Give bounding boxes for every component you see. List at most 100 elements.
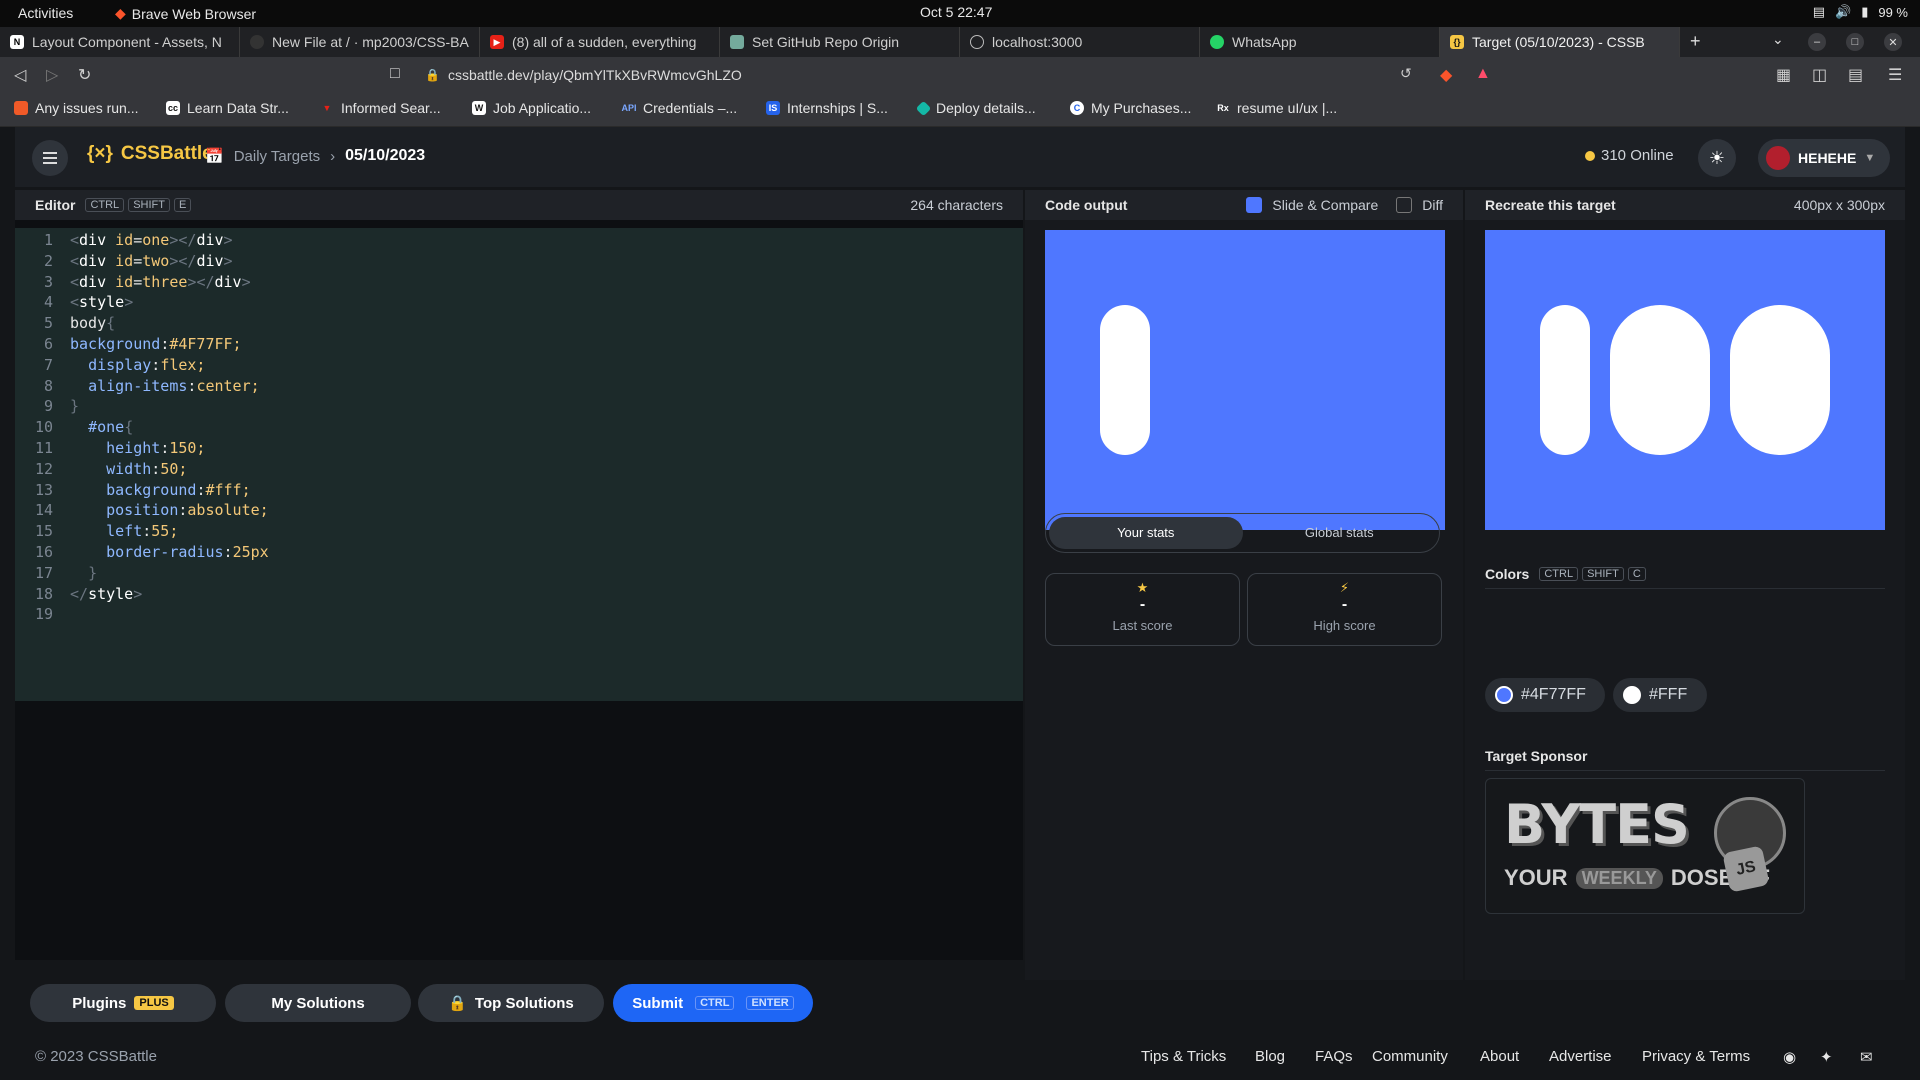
slide-compare-checkbox[interactable] <box>1246 197 1263 213</box>
close-window-button[interactable]: ✕ <box>1884 33 1902 51</box>
tab-label: localhost:3000 <box>992 34 1083 50</box>
cssbattle-logo-icon: {×} <box>87 143 113 164</box>
bookmark-item[interactable]: Deploy details... <box>915 100 1036 116</box>
bookmark-item[interactable]: IS Internships | S... <box>766 100 888 116</box>
discord-icon[interactable]: ◉ <box>1783 1048 1796 1066</box>
output-canvas[interactable] <box>1045 230 1445 530</box>
code-editor[interactable]: 1 <div id=one></div> 2 <div id=two></div> 3 <… <box>15 220 1023 960</box>
active-app-label: Brave Web Browser <box>131 5 257 22</box>
brave-shields-icon[interactable]: ◆ <box>1440 65 1452 85</box>
bookmark-item[interactable]: cc Learn Data Str... <box>166 100 289 116</box>
tab-list-chevron-icon[interactable]: ⌄ <box>1772 31 1784 48</box>
top-solutions-button[interactable]: 🔒 Top Solutions <box>418 984 604 1022</box>
code-line[interactable]: 19 <box>15 602 1023 627</box>
activities-button[interactable]: Activities <box>18 5 73 21</box>
maximize-button[interactable]: □ <box>1846 33 1864 51</box>
high-score-card: ⚡ - High score <box>1247 573 1442 646</box>
submit-button[interactable]: Submit CTRL ENTER <box>613 984 813 1022</box>
plugins-button[interactable]: Plugins PLUS <box>30 984 216 1022</box>
chevron-right-icon: › <box>330 147 336 165</box>
battery-level: 99 % <box>1878 4 1908 20</box>
sponsor-tagline-weekly: WEEKLY <box>1575 867 1663 889</box>
slide-compare-label[interactable]: Slide & Compare <box>1272 197 1378 213</box>
back-icon[interactable]: ◁ <box>14 65 26 85</box>
character-count: 264 characters <box>910 197 1003 213</box>
address-bar[interactable]: 🔒 cssbattle.dev/play/QbmYlTkXBvRWmcvGhLZ… <box>425 62 1425 88</box>
bookmark-favicon-icon: API <box>621 103 637 113</box>
code-output-panel: Code output Slide & Compare Diff Your st… <box>1025 190 1463 980</box>
kbd-key: CTRL <box>1539 567 1579 581</box>
editor-header: Editor CTRL SHIFT E 264 characters <box>15 190 1023 220</box>
globe-icon <box>970 35 984 49</box>
bookmark-item[interactable]: ▼ Informed Sear... <box>320 100 441 116</box>
bookmark-label: Deploy details... <box>936 100 1036 116</box>
cssbattle-logo[interactable]: {×} CSSBattle <box>87 143 213 165</box>
bookmark-item[interactable]: W Job Applicatio... <box>472 100 591 116</box>
theme-toggle-button[interactable]: ☀ <box>1698 139 1736 177</box>
tab-youtube[interactable]: ▶ (8) all of a sudden, everything <box>480 27 720 57</box>
colors-title: Colors <box>1485 566 1530 582</box>
sponsor-banner[interactable]: BYTES YOUR WEEKLY DOSE OF JS <box>1485 778 1805 914</box>
menu-icon[interactable]: ☰ <box>1888 65 1902 85</box>
tab-github[interactable]: New File at / · mp2003/CSS-BA <box>240 27 480 57</box>
footer-link-privacy[interactable]: Privacy & Terms <box>1642 1048 1750 1065</box>
color-swatch-blue[interactable]: #4F77FF <box>1485 678 1605 712</box>
share-icon[interactable]: ↺ <box>1400 65 1412 82</box>
high-score-label: High score <box>1313 618 1376 633</box>
my-solutions-button[interactable]: My Solutions <box>225 984 411 1022</box>
color-dot-icon <box>1495 686 1513 704</box>
forward-icon[interactable]: ▷ <box>46 65 58 85</box>
target-title: Recreate this target <box>1485 197 1616 213</box>
extensions-icon[interactable]: ▦ <box>1776 65 1791 85</box>
tab-cssbattle[interactable]: {} Target (05/10/2023) - CSSB <box>1440 27 1680 57</box>
tab-your-stats[interactable]: Your stats <box>1049 517 1243 549</box>
breadcrumb-daily-targets[interactable]: Daily Targets <box>234 148 320 165</box>
bookmark-favicon-icon: Rx <box>1217 103 1229 113</box>
bookmark-item[interactable]: Rx resume uI/ux |... <box>1216 100 1337 116</box>
footer-link-tips[interactable]: Tips & Tricks <box>1141 1048 1226 1065</box>
bookmark-label: Informed Sear... <box>341 100 441 116</box>
system-top-bar: Activities ◆ Brave Web Browser Oct 5 22:… <box>0 0 1920 27</box>
online-label: 310 Online <box>1601 147 1674 164</box>
minimize-button[interactable]: – <box>1808 33 1826 51</box>
last-score-label: Last score <box>1112 618 1173 633</box>
submit-label: Submit <box>632 994 684 1012</box>
tab-notion[interactable]: N Layout Component - Assets, N <box>0 27 240 57</box>
kbd-key: SHIFT <box>1582 567 1624 581</box>
footer-link-about[interactable]: About <box>1480 1048 1519 1065</box>
tab-localhost[interactable]: localhost:3000 <box>960 27 1200 57</box>
bookmark-item[interactable]: API Credentials –... <box>621 100 738 116</box>
brave-rewards-icon[interactable]: ▲ <box>1475 65 1491 83</box>
tab-global-stats[interactable]: Global stats <box>1243 517 1437 549</box>
bookmark-item[interactable]: C My Purchases... <box>1070 100 1191 116</box>
wallet-icon[interactable]: ▤ <box>1848 65 1863 85</box>
tab-chatgpt[interactable]: Set GitHub Repo Origin <box>720 27 960 57</box>
high-score-value: - <box>1341 596 1348 613</box>
user-menu-button[interactable]: HEHEHE ▼ <box>1758 139 1890 177</box>
bookmark-favicon-icon <box>915 100 932 116</box>
footer-link-blog[interactable]: Blog <box>1255 1048 1285 1065</box>
diff-checkbox[interactable] <box>1396 197 1413 213</box>
hamburger-menu-button[interactable] <box>32 140 68 176</box>
new-tab-button[interactable]: + <box>1690 31 1701 52</box>
system-tray[interactable]: ▤ 🔊 ▮ 99 % <box>1813 4 1908 20</box>
target-pill-two <box>1610 305 1710 455</box>
footer-link-community[interactable]: Community <box>1372 1048 1448 1065</box>
target-canvas[interactable] <box>1485 230 1885 530</box>
lock-icon: 🔒 <box>425 68 440 82</box>
bookmark-icon[interactable]: □ <box>390 65 400 83</box>
bookmark-item[interactable]: Any issues run... <box>14 100 139 116</box>
twitter-icon[interactable]: ✦ <box>1820 1048 1833 1066</box>
diff-label[interactable]: Diff <box>1422 197 1443 213</box>
footer-link-faqs[interactable]: FAQs <box>1315 1048 1353 1065</box>
footer-link-advertise[interactable]: Advertise <box>1549 1048 1612 1065</box>
mail-icon[interactable]: ✉ <box>1860 1048 1873 1066</box>
sidebar-icon[interactable]: ◫ <box>1812 65 1827 85</box>
tab-whatsapp[interactable]: WhatsApp <box>1200 27 1440 57</box>
active-app[interactable]: ◆ Brave Web Browser <box>115 5 256 22</box>
reload-icon[interactable]: ↻ <box>78 65 91 85</box>
color-swatch-white[interactable]: #FFF <box>1613 678 1707 712</box>
bookmark-label: Job Applicatio... <box>493 100 592 116</box>
clock[interactable]: Oct 5 22:47 <box>920 4 992 20</box>
target-size: 400px x 300px <box>1793 197 1885 213</box>
